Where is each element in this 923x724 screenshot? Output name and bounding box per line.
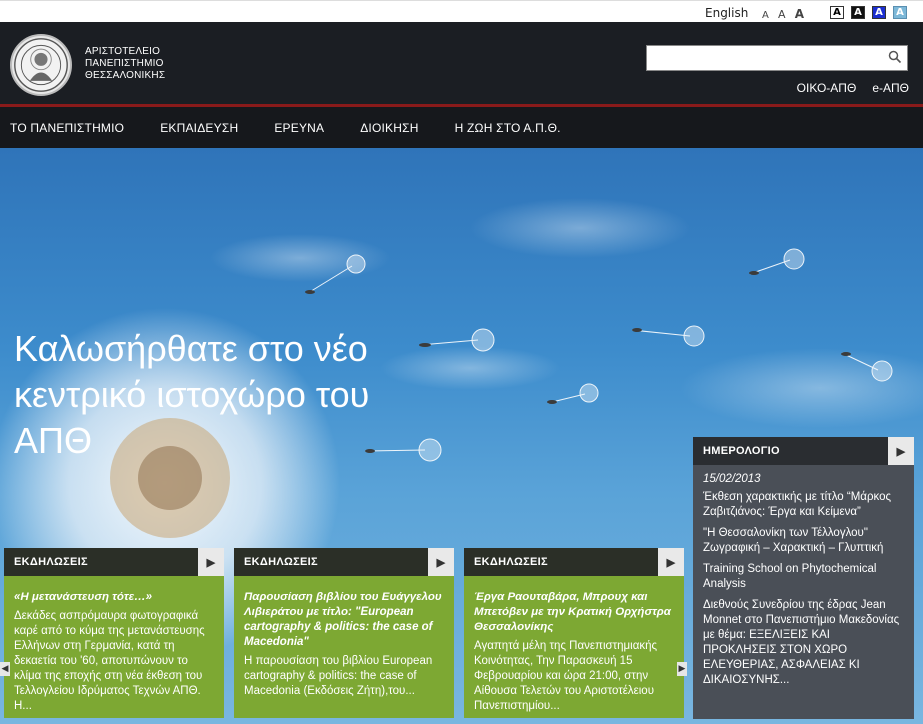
font-size-large-button[interactable]: A <box>795 7 804 21</box>
utility-bar: English A A A A A A A <box>0 0 923 22</box>
contrast-controls: A A A A <box>830 6 907 19</box>
card-arrow-button[interactable]: ▶ <box>658 548 684 576</box>
seal-icon <box>14 38 68 92</box>
card-title[interactable]: «Η μετανάστευση τότε…» <box>4 576 224 605</box>
font-size-controls: A A A <box>762 7 810 21</box>
events-card-2[interactable]: ΕΚΔΗΛΩΣΕΙΣ ▶ Παρουσίαση βιβλίου του Ευάγ… <box>234 548 454 718</box>
calendar-arrow-button[interactable]: ▶ <box>888 437 914 465</box>
arrow-right-icon: ▶ <box>666 556 676 569</box>
site-header: ΑΡΙΣΤΟΤΕΛΕΙΟ ΠΑΝΕΠΙΣΤΗΜΙΟ ΘΕΣΣΑΛΟΝΙΚΗΣ Ο… <box>0 22 923 104</box>
arrow-right-icon: ▶ <box>896 445 906 458</box>
header-links: ΟΙΚΟ-ΑΠΘ e-ΑΠΘ <box>797 81 909 95</box>
events-card-3[interactable]: ΕΚΔΗΛΩΣΕΙΣ ▶ Έργα Ραουταβάρα, Μπρουχ και… <box>464 548 684 718</box>
card-body: Δεκάδες ασπρόμαυρα φωτογραφικά καρέ από … <box>14 610 205 712</box>
card-title[interactable]: Έργα Ραουταβάρα, Μπρουχ και Μπετόβεν με … <box>464 576 684 635</box>
nav-item-life[interactable]: Η ΖΩΗ ΣΤΟ Α.Π.Θ. <box>455 121 561 135</box>
calendar-header: ΗΜΕΡΟΛΟΓΙΟ ▶ <box>693 437 914 465</box>
card-title[interactable]: Παρουσίαση βιβλίου του Ευάγγελου Λιβιερά… <box>234 576 454 650</box>
search-icon[interactable] <box>888 50 902 64</box>
card-heading: ΕΚΔΗΛΩΣΕΙΣ <box>244 556 318 568</box>
card-heading: ΕΚΔΗΛΩΣΕΙΣ <box>474 556 548 568</box>
nav-item-administration[interactable]: ΔΙΟΙΚΗΣΗ <box>360 121 418 135</box>
font-size-medium-button[interactable]: A <box>778 8 786 21</box>
calendar-item[interactable]: Έκθεση χαρακτικής με τίτλο “Μάρκος Ζαβιτ… <box>693 487 914 523</box>
university-name[interactable]: ΑΡΙΣΤΟΤΕΛΕΙΟ ΠΑΝΕΠΙΣΤΗΜΙΟ ΘΕΣΣΑΛΟΝΙΚΗΣ <box>85 46 165 82</box>
contrast-light-button[interactable]: A <box>893 6 907 19</box>
calendar-item[interactable]: Διεθνούς Συνεδρίου της έδρας Jean Monnet… <box>693 595 914 691</box>
card-arrow-button[interactable]: ▶ <box>198 548 224 576</box>
university-logo[interactable] <box>10 34 72 96</box>
contrast-black-button[interactable]: A <box>851 6 865 19</box>
arrow-right-icon: ▶ <box>206 556 216 569</box>
card-header: ΕΚΔΗΛΩΣΕΙΣ ▶ <box>464 548 684 576</box>
slider-next-icon[interactable]: ▶ <box>677 662 687 676</box>
nav-item-university[interactable]: ΤΟ ΠΑΝΕΠΙΣΤΗΜΙΟ <box>10 121 124 135</box>
card-heading: ΕΚΔΗΛΩΣΕΙΣ <box>14 556 88 568</box>
calendar-item[interactable]: Training School on Phytochemical Analysi… <box>693 559 914 595</box>
search-input[interactable] <box>647 46 877 70</box>
contrast-blue-button[interactable]: A <box>872 6 886 19</box>
e-apth-link[interactable]: e-ΑΠΘ <box>872 81 909 95</box>
nav-item-education[interactable]: ΕΚΠΑΙΔΕΥΣΗ <box>160 121 238 135</box>
card-body: Αγαπητά μέλη της Πανεπιστημιακής Κοινότη… <box>474 640 658 712</box>
card-header: ΕΚΔΗΛΩΣΕΙΣ ▶ <box>4 548 224 576</box>
hero-banner: Καλωσήρθατε στο νέο κεντρικό ιστοχώρο το… <box>0 148 923 724</box>
font-size-small-button[interactable]: A <box>762 10 769 21</box>
oiko-apth-link[interactable]: ΟΙΚΟ-ΑΠΘ <box>797 81 857 95</box>
card-arrow-button[interactable]: ▶ <box>428 548 454 576</box>
calendar-date: 15/02/2013 <box>703 473 761 485</box>
search-box <box>646 45 908 71</box>
contrast-white-button[interactable]: A <box>830 6 844 19</box>
events-card-1[interactable]: ΕΚΔΗΛΩΣΕΙΣ ▶ «Η μετανάστευση τότε…» Δεκά… <box>4 548 224 718</box>
calendar-panel: ΗΜΕΡΟΛΟΓΙΟ ▶ 15/02/2013 Έκθεση χαρακτική… <box>693 437 914 719</box>
welcome-heading: Καλωσήρθατε στο νέο κεντρικό ιστοχώρο το… <box>14 328 370 461</box>
language-link[interactable]: English <box>705 6 748 20</box>
calendar-item[interactable]: "Η Θεσσαλονίκη των Τέλλογλου" Ζωγραφική … <box>693 523 914 559</box>
card-header: ΕΚΔΗΛΩΣΕΙΣ ▶ <box>234 548 454 576</box>
calendar-heading: ΗΜΕΡΟΛΟΓΙΟ <box>703 445 780 457</box>
nav-item-research[interactable]: ΕΡΕΥΝΑ <box>274 121 324 135</box>
slider-prev-icon[interactable]: ◀ <box>0 662 10 676</box>
card-body: Η παρουσίαση του βιβλίου European cartog… <box>244 655 433 697</box>
arrow-right-icon: ▶ <box>436 556 446 569</box>
main-nav: ΤΟ ΠΑΝΕΠΙΣΤΗΜΙΟ ΕΚΠΑΙΔΕΥΣΗ ΕΡΕΥΝΑ ΔΙΟΙΚΗ… <box>0 107 923 148</box>
